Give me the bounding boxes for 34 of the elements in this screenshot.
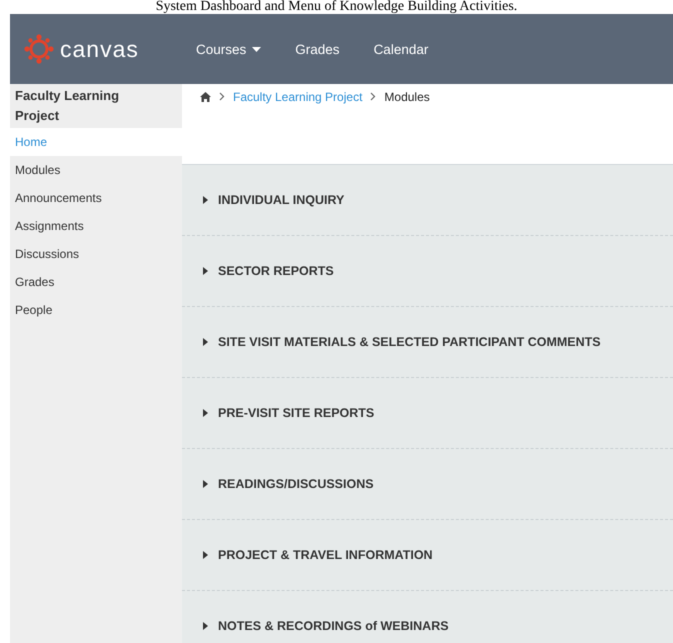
expand-triangle-icon[interactable] (203, 551, 208, 559)
sidebar-item[interactable]: Assignments (10, 212, 182, 240)
module-title[interactable]: INDIVIDUAL INQUIRY (218, 193, 344, 207)
expand-triangle-icon[interactable] (203, 196, 208, 204)
nav-link[interactable]: Grades (295, 42, 340, 56)
expand-triangle-icon[interactable] (203, 409, 208, 417)
expand-triangle-icon[interactable] (203, 622, 208, 630)
chevron-icon (219, 92, 225, 101)
sidebar-item[interactable]: Grades (10, 268, 182, 296)
module-title[interactable]: PRE-VISIT SITE REPORTS (218, 406, 374, 420)
course-title: Faculty Learning Project (14, 87, 120, 125)
module-title[interactable]: READINGS/DISCUSSIONS (218, 477, 374, 491)
sidebar-item[interactable]: Announcements (10, 184, 182, 212)
sidebar-item[interactable]: People (10, 296, 182, 324)
module-title[interactable]: SECTOR REPORTS (218, 264, 334, 278)
module-title[interactable]: SITE VISIT MATERIALS & SELECTED PARTICIPANT COMMENTS (218, 335, 601, 349)
sidebar-item[interactable]: Modules (10, 156, 182, 184)
figure-caption: System Dashboard and Menu of Knowledge Building Activities. (154, 0, 518, 14)
expand-triangle-icon[interactable] (203, 338, 208, 346)
module-title[interactable]: NOTES & RECORDINGS of WEBINARS (218, 619, 449, 633)
caret-icon (252, 46, 262, 52)
expand-triangle-icon[interactable] (203, 480, 208, 488)
nav-link[interactable]: Courses (196, 42, 262, 56)
sidebar-item[interactable]: Discussions (10, 240, 182, 268)
home-icon[interactable] (200, 92, 211, 102)
module-title[interactable]: PROJECT & TRAVEL INFORMATION (218, 548, 433, 562)
expand-triangle-icon[interactable] (203, 267, 208, 275)
sidebar-item[interactable]: Home (10, 128, 182, 156)
logo-wordmark[interactable]: canvas (60, 36, 139, 62)
nav-link[interactable]: Calendar (374, 42, 428, 56)
breadcrumb-current: Modules (384, 90, 430, 104)
logo-icon (24, 34, 54, 64)
chevron-icon (370, 92, 376, 101)
breadcrumb-link[interactable]: Faculty Learning Project (233, 90, 362, 104)
